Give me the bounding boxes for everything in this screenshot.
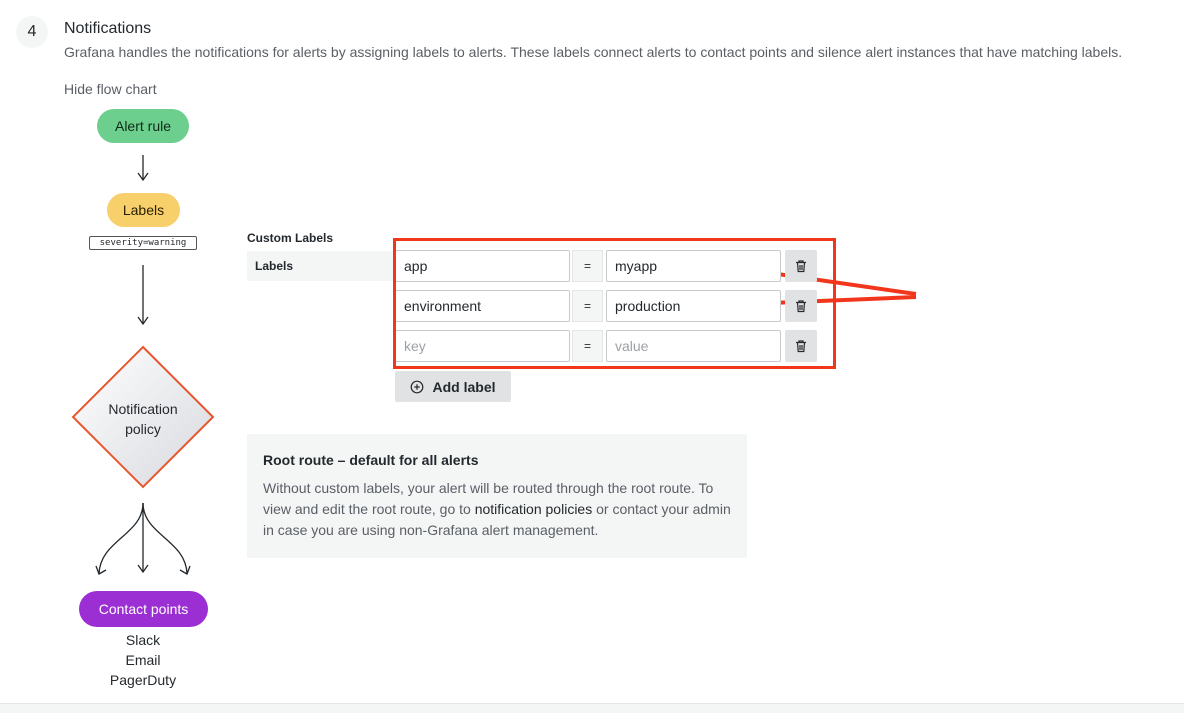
contact-points-node: Contact points [79,591,208,627]
arrow-labels-to-policy [137,265,149,326]
labels-node: Labels [107,193,180,227]
notification-policies-link[interactable]: notification policies [475,501,593,517]
notification-policy-line1: Notification [108,401,178,417]
contact-points-list: Slack Email PagerDuty [93,630,193,690]
section-description: Grafana handles the notifications for al… [64,44,1123,60]
contact-item-slack: Slack [125,632,161,648]
hide-flow-chart-link[interactable]: Hide flow chart [64,81,157,97]
notification-policy-label: Notification policy [85,399,201,439]
labels-field-label: Labels [247,251,395,281]
add-label-button[interactable]: Add label [395,371,511,402]
contact-item-email: Email [125,652,161,668]
bottom-divider [0,703,1184,713]
annotation-highlight-box [393,238,836,369]
step-number: 4 [16,16,48,48]
root-route-text: Without custom labels, your alert will b… [263,478,731,541]
root-route-info-box: Root route – default for all alerts With… [247,434,747,558]
arrow-alert-to-labels [137,155,149,182]
section-title: Notifications [64,20,152,37]
root-route-title: Root route – default for all alerts [263,452,479,468]
custom-labels-title: Custom Labels [247,231,334,245]
notification-policy-line2: policy [125,421,161,437]
label-example-chip: severity=warning [89,236,197,250]
arrows-policy-to-contacts [95,502,191,575]
plus-circle-icon [411,380,424,393]
add-label-text: Add label [432,378,496,395]
alert-rule-node: Alert rule [97,109,189,143]
contact-item-pagerduty: PagerDuty [109,672,177,688]
